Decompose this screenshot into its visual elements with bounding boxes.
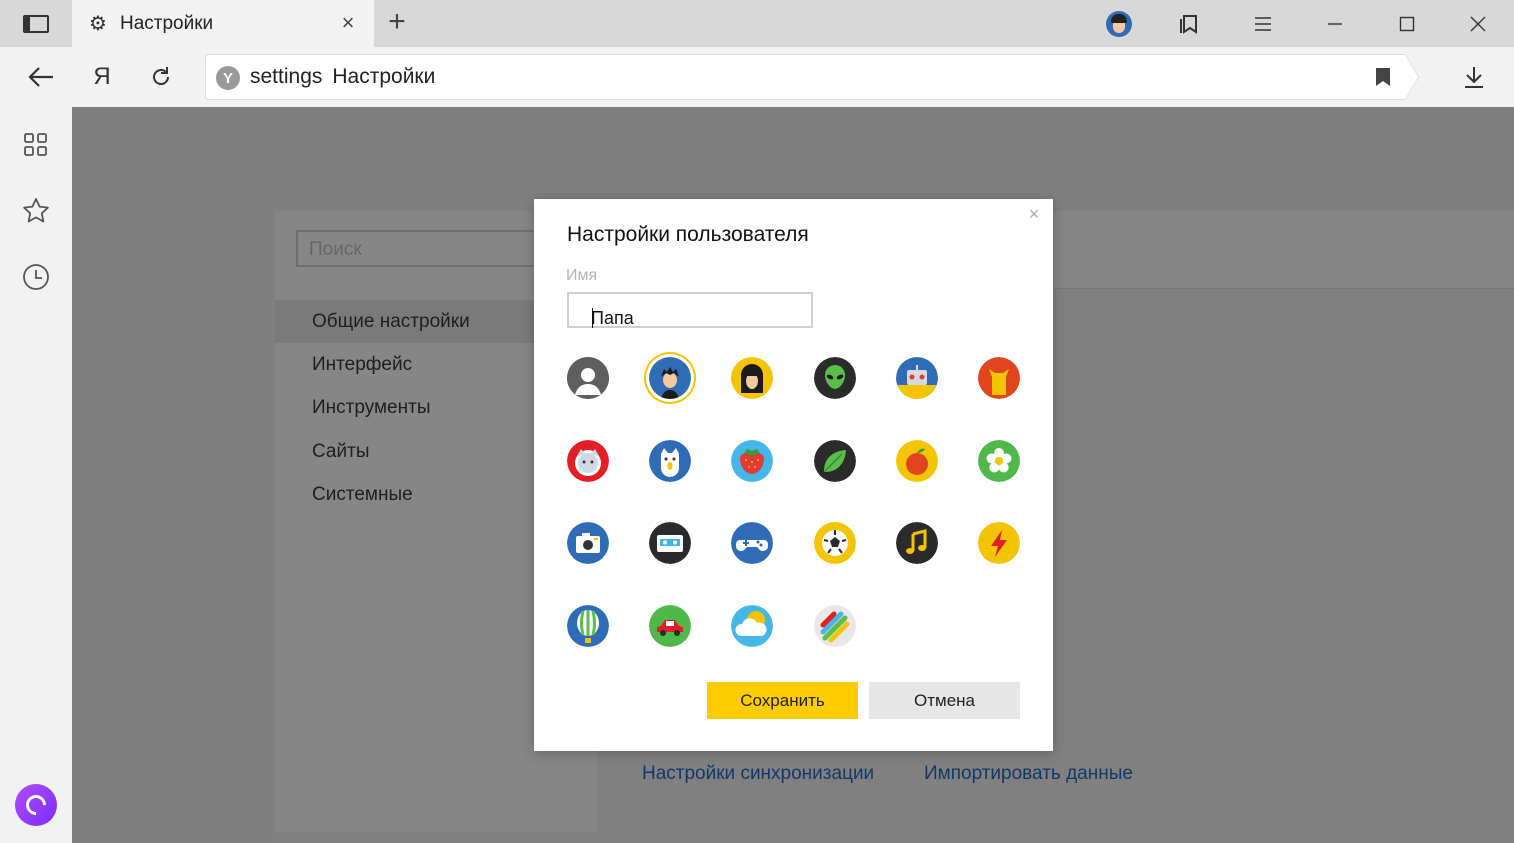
save-button[interactable]: Сохранить xyxy=(707,682,858,719)
browser-sidebar xyxy=(0,107,72,843)
sidebar-panel-icon xyxy=(23,14,49,33)
bookmark-icon[interactable] xyxy=(1376,68,1390,86)
reload-button[interactable] xyxy=(145,61,177,93)
nav-item-tools[interactable]: Инструменты xyxy=(312,397,430,419)
avatar-grid xyxy=(534,199,1053,751)
menu-icon[interactable] xyxy=(1250,11,1276,37)
back-button[interactable] xyxy=(25,61,57,93)
address-host: settings xyxy=(250,65,323,88)
girl-avatar[interactable] xyxy=(731,357,773,399)
close-window-icon[interactable] xyxy=(1465,11,1491,37)
car-avatar[interactable] xyxy=(649,605,691,647)
address-bar[interactable]: Y settings Настройки xyxy=(205,54,1419,100)
cancel-button[interactable]: Отмена xyxy=(869,682,1020,719)
nav-item-interface[interactable]: Интерфейс xyxy=(312,354,412,376)
music-note-avatar[interactable] xyxy=(896,522,938,564)
nav-item-sites[interactable]: Сайты xyxy=(312,441,369,463)
cat-avatar[interactable] xyxy=(978,357,1020,399)
history-clock-icon[interactable] xyxy=(20,261,52,293)
dog-avatar[interactable] xyxy=(649,440,691,482)
cat-face-avatar[interactable] xyxy=(567,440,609,482)
leaf-avatar[interactable] xyxy=(814,440,856,482)
lightning-avatar[interactable] xyxy=(978,522,1020,564)
sync-settings-link[interactable]: Настройки синхронизации xyxy=(642,763,874,785)
alice-assistant-button[interactable] xyxy=(15,784,57,826)
user-settings-dialog: × Настройки пользователя Имя Папа Сохран… xyxy=(534,199,1053,751)
alice-icon xyxy=(21,790,51,820)
search-placeholder: Поиск xyxy=(309,239,362,260)
settings-search-input[interactable]: Поиск xyxy=(296,230,556,267)
tab-settings[interactable]: ⚙ Настройки × xyxy=(72,0,374,47)
gear-icon: ⚙ xyxy=(89,12,107,35)
minimize-icon[interactable] xyxy=(1322,11,1348,37)
address-text[interactable]: settings Настройки xyxy=(250,65,435,89)
new-tab-button[interactable]: + xyxy=(384,7,410,37)
boy-avatar[interactable] xyxy=(649,357,691,399)
default-person-avatar[interactable] xyxy=(567,357,609,399)
gamepad-avatar[interactable] xyxy=(731,522,773,564)
downloads-button[interactable] xyxy=(1458,61,1490,93)
close-tab-icon[interactable]: × xyxy=(338,12,358,34)
strawberry-avatar[interactable] xyxy=(731,440,773,482)
yandex-logo-icon: Y xyxy=(216,66,240,90)
tab-title: Настройки xyxy=(120,12,214,34)
profile-avatar[interactable] xyxy=(1106,11,1132,37)
apple-avatar[interactable] xyxy=(896,440,938,482)
nav-item-general[interactable]: Общие настройки xyxy=(312,311,470,333)
collections-icon[interactable] xyxy=(1177,11,1203,37)
soccer-ball-avatar[interactable] xyxy=(814,522,856,564)
alien-avatar[interactable] xyxy=(814,357,856,399)
nav-item-system[interactable]: Системные xyxy=(312,484,413,506)
import-data-link[interactable]: Импортировать данные xyxy=(924,763,1133,785)
stripes-avatar[interactable] xyxy=(814,605,856,647)
apps-grid-icon[interactable] xyxy=(20,129,52,161)
robot-avatar[interactable] xyxy=(896,357,938,399)
flower-avatar[interactable] xyxy=(978,440,1020,482)
sidebar-toggle-button[interactable] xyxy=(0,0,72,47)
cloud-avatar[interactable] xyxy=(731,605,773,647)
navigation-bar: Я Y settings Настройки xyxy=(0,47,1514,107)
star-icon[interactable] xyxy=(20,195,52,227)
cassette-avatar[interactable] xyxy=(649,522,691,564)
download-icon xyxy=(1465,67,1483,88)
yandex-button[interactable]: Я xyxy=(86,61,118,93)
title-bar: ⚙ Настройки × + xyxy=(0,0,1514,47)
balloon-avatar[interactable] xyxy=(567,605,609,647)
camera-avatar[interactable] xyxy=(567,522,609,564)
address-page-title: Настройки xyxy=(332,65,436,88)
maximize-icon[interactable] xyxy=(1394,11,1420,37)
